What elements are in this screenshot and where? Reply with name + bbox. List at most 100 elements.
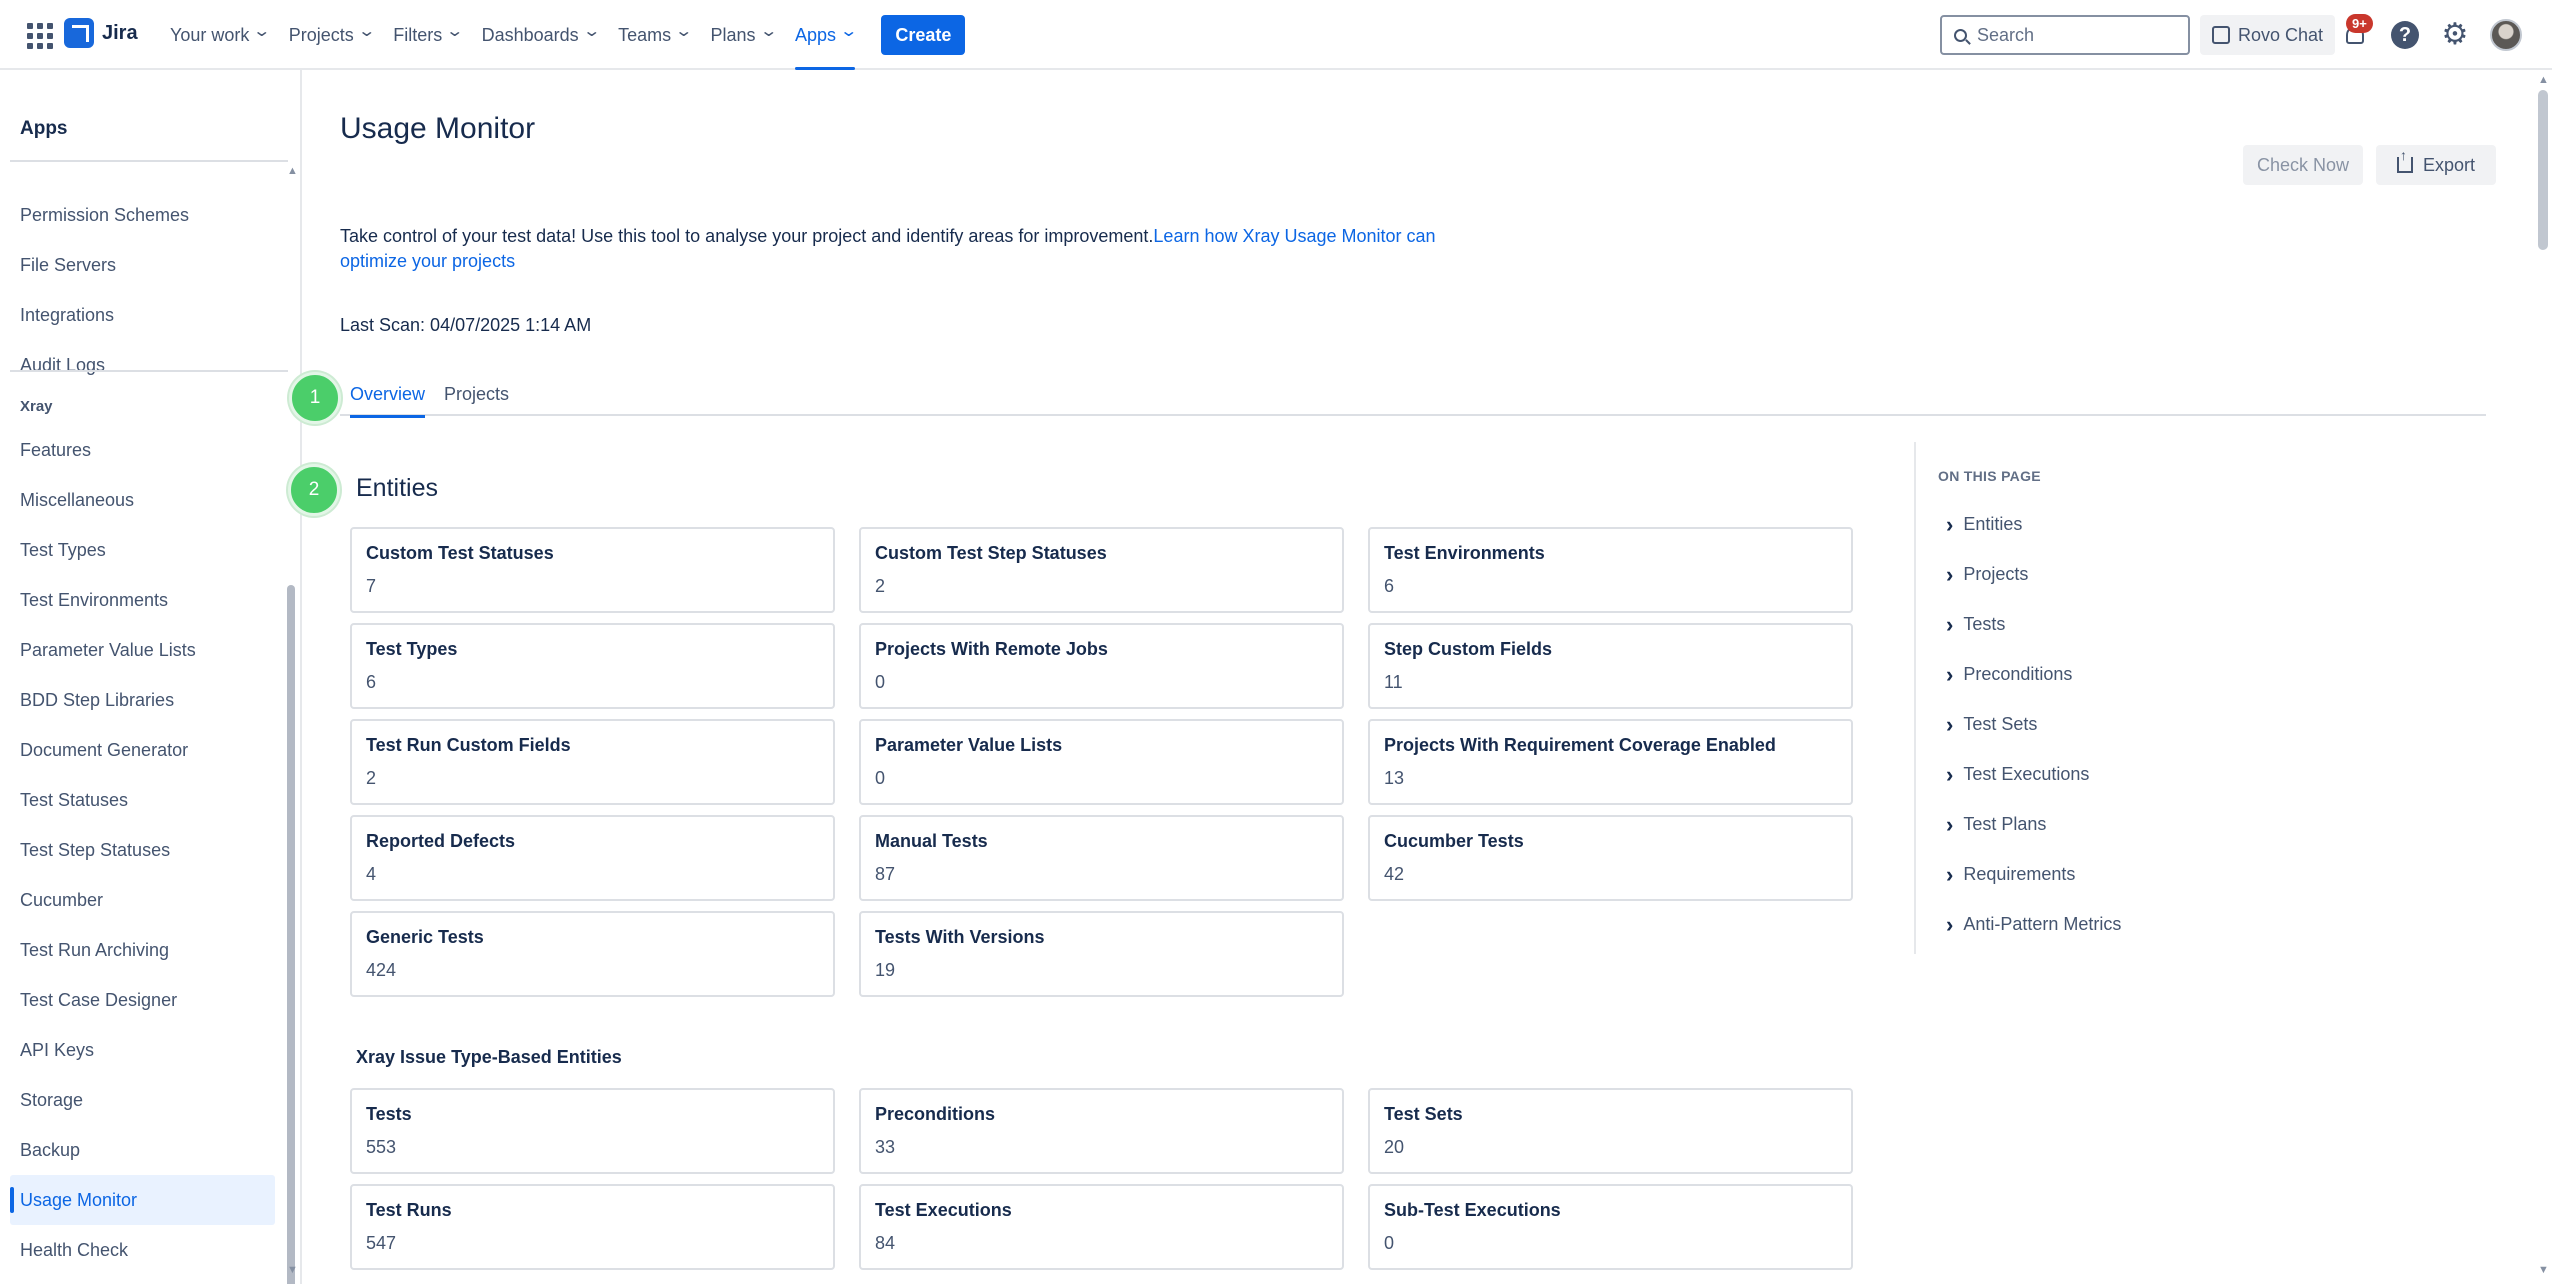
gear-icon: ⚙ [2441,18,2469,51]
sidebar: Apps Permission Schemes File Servers Integ… [0,70,302,1284]
on-this-page-label: Anti-Pattern Metrics [1963,914,2122,934]
chevron-down-icon: ⌄ [839,23,859,40]
on-this-page-label: Test Plans [1963,814,2047,834]
sidebar-item-integrations[interactable]: Integrations [10,290,275,340]
on-this-page-test-plans[interactable]: › Test Plans [1946,813,2047,835]
chevron-down-icon: ⌄ [445,23,465,40]
nav-item-label: Dashboards [481,24,579,45]
nav-your-work[interactable]: Your work ⌄ [160,0,279,70]
metric-card-test-runs: Test Runs 547 [350,1184,835,1270]
nav-item-label: Filters [393,24,443,45]
on-this-page-preconditions[interactable]: › Preconditions [1946,661,2072,687]
app-switcher-icon[interactable] [24,20,53,49]
sidebar-item-file-servers[interactable]: File Servers [10,240,275,290]
sidebar-item-backup[interactable]: Backup [10,1125,275,1175]
metric-card-test-types: Test Types 6 [350,623,835,709]
metric-label: Projects With Requirement Coverage Enabl… [1384,735,1776,755]
export-button[interactable]: Export [2376,145,2496,185]
sidebar-item-test-run-archiving[interactable]: Test Run Archiving [10,925,275,975]
sidebar-item-usage-monitor[interactable]: Usage Monitor [10,1175,275,1225]
sidebar-scrollbar[interactable] [287,585,295,1284]
on-this-page-entities[interactable]: › Entities [1946,511,2022,537]
create-button[interactable]: Create [881,15,966,55]
sidebar-item-audit-logs[interactable]: Audit Logs [10,340,275,390]
sidebar-item-test-environments[interactable]: Test Environments [10,575,275,625]
metric-label: Step Custom Fields [1384,639,1553,659]
tab-overview[interactable]: Overview [350,384,426,418]
metric-value: 84 [875,1233,896,1253]
on-this-page-anti-pattern-metrics[interactable]: › Anti-Pattern Metrics [1946,913,2122,935]
sidebar-item-test-case-designer[interactable]: Test Case Designer [10,975,275,1025]
sidebar-divider [10,370,288,372]
sidebar-item-parameter-value-lists[interactable]: Parameter Value Lists [10,625,275,675]
nav-filters[interactable]: Filters ⌄ [383,0,471,70]
rovo-chat-button[interactable]: Rovo Chat [2200,15,2336,55]
chevron-right-icon: › [1946,661,1954,687]
nav-apps[interactable]: Apps ⌄ [785,0,865,70]
sidebar-item-test-types[interactable]: Test Types [10,525,275,575]
nav-plans[interactable]: Plans ⌄ [701,0,785,70]
jira-logo[interactable]: Jira [64,18,138,48]
intro-text: Take control of your test data! Use this… [340,224,1440,274]
on-this-page-requirements[interactable]: › Requirements [1946,861,2075,887]
search-input[interactable]: Search [1940,15,2190,55]
tab-list: Overview Projects [340,384,2486,418]
on-this-page-test-sets[interactable]: › Test Sets [1946,713,2037,735]
sidebar-heading: Apps [20,118,68,139]
metric-value: 0 [1384,1233,1395,1253]
metric-label: Test Types [366,639,458,659]
metric-label: Manual Tests [875,831,988,851]
metric-label: Sub-Test Executions [1384,1200,1561,1220]
sidebar-item-features[interactable]: Features [10,425,275,475]
nav-item-label: Teams [618,24,672,45]
scroll-up-arrow-icon[interactable]: ▲ [287,165,298,177]
search-icon [1954,28,1967,42]
entities-heading: Entities [356,474,438,502]
sidebar-item-bdd-step-libraries[interactable]: BDD Step Libraries [10,675,275,725]
metric-card-projects-with-remote-jobs: Projects With Remote Jobs 0 [859,623,1344,709]
metric-label: Parameter Value Lists [875,735,1063,755]
sidebar-item-test-step-statuses[interactable]: Test Step Statuses [10,825,275,875]
step-marker-1: 1 [289,372,341,424]
check-now-button[interactable]: Check Now [2243,145,2363,185]
metric-value: 0 [875,768,886,788]
sidebar-item-api-keys[interactable]: API Keys [10,1025,275,1075]
help-button[interactable]: ? [2390,20,2420,50]
scroll-down-arrow-icon[interactable]: ▼ [287,1264,298,1276]
metric-card-parameter-value-lists: Parameter Value Lists 0 [859,719,1344,805]
issue-entities-heading: Xray Issue Type-Based Entities [356,1047,622,1067]
metric-value: 13 [1384,768,1405,788]
notifications-badge: 9+ [2346,14,2373,33]
sidebar-item-cucumber[interactable]: Cucumber [10,875,275,925]
sidebar-item-document-generator[interactable]: Document Generator [10,725,275,775]
nav-dashboards[interactable]: Dashboards ⌄ [472,0,608,70]
chevron-right-icon: › [1946,761,1954,787]
metric-card-projects-with-requirement-coverage-enabled: Projects With Requirement Coverage Enabl… [1368,719,1853,805]
tab-projects[interactable]: Projects [444,384,509,416]
metric-card-manual-tests: Manual Tests 87 [859,815,1344,901]
on-this-page-projects[interactable]: › Projects [1946,563,2028,585]
sidebar-item-health-check[interactable]: Health Check [10,1225,275,1275]
metric-card-custom-test-statuses: Custom Test Statuses 7 [350,527,835,613]
nav-teams[interactable]: Teams ⌄ [608,0,700,70]
sidebar-item-permission-schemes[interactable]: Permission Schemes [10,190,275,240]
main-scroll-down-icon[interactable]: ▼ [2538,1264,2549,1276]
sidebar-item-storage[interactable]: Storage [10,1075,275,1125]
nav-projects[interactable]: Projects ⌄ [279,0,383,70]
metric-value: 4 [366,864,377,884]
metric-value: 2 [366,768,377,788]
metric-label: Test Runs [366,1200,452,1220]
avatar[interactable] [2490,19,2522,51]
main-scrollbar[interactable] [2538,90,2548,250]
on-this-page-test-executions[interactable]: › Test Executions [1946,761,2089,787]
chevron-right-icon: › [1946,511,1954,537]
sidebar-item-miscellaneous[interactable]: Miscellaneous [10,475,275,525]
chevron-right-icon: › [1946,861,1954,887]
main-scroll-up-icon[interactable]: ▲ [2538,74,2549,86]
chevron-down-icon: ⌄ [582,23,601,40]
settings-button[interactable]: ⚙ [2440,20,2470,50]
metric-label: Custom Test Step Statuses [875,543,1107,563]
metric-card-tests-with-versions: Tests With Versions 19 [859,911,1344,997]
sidebar-item-test-statuses[interactable]: Test Statuses [10,775,275,825]
on-this-page-tests[interactable]: › Tests [1946,613,2005,635]
